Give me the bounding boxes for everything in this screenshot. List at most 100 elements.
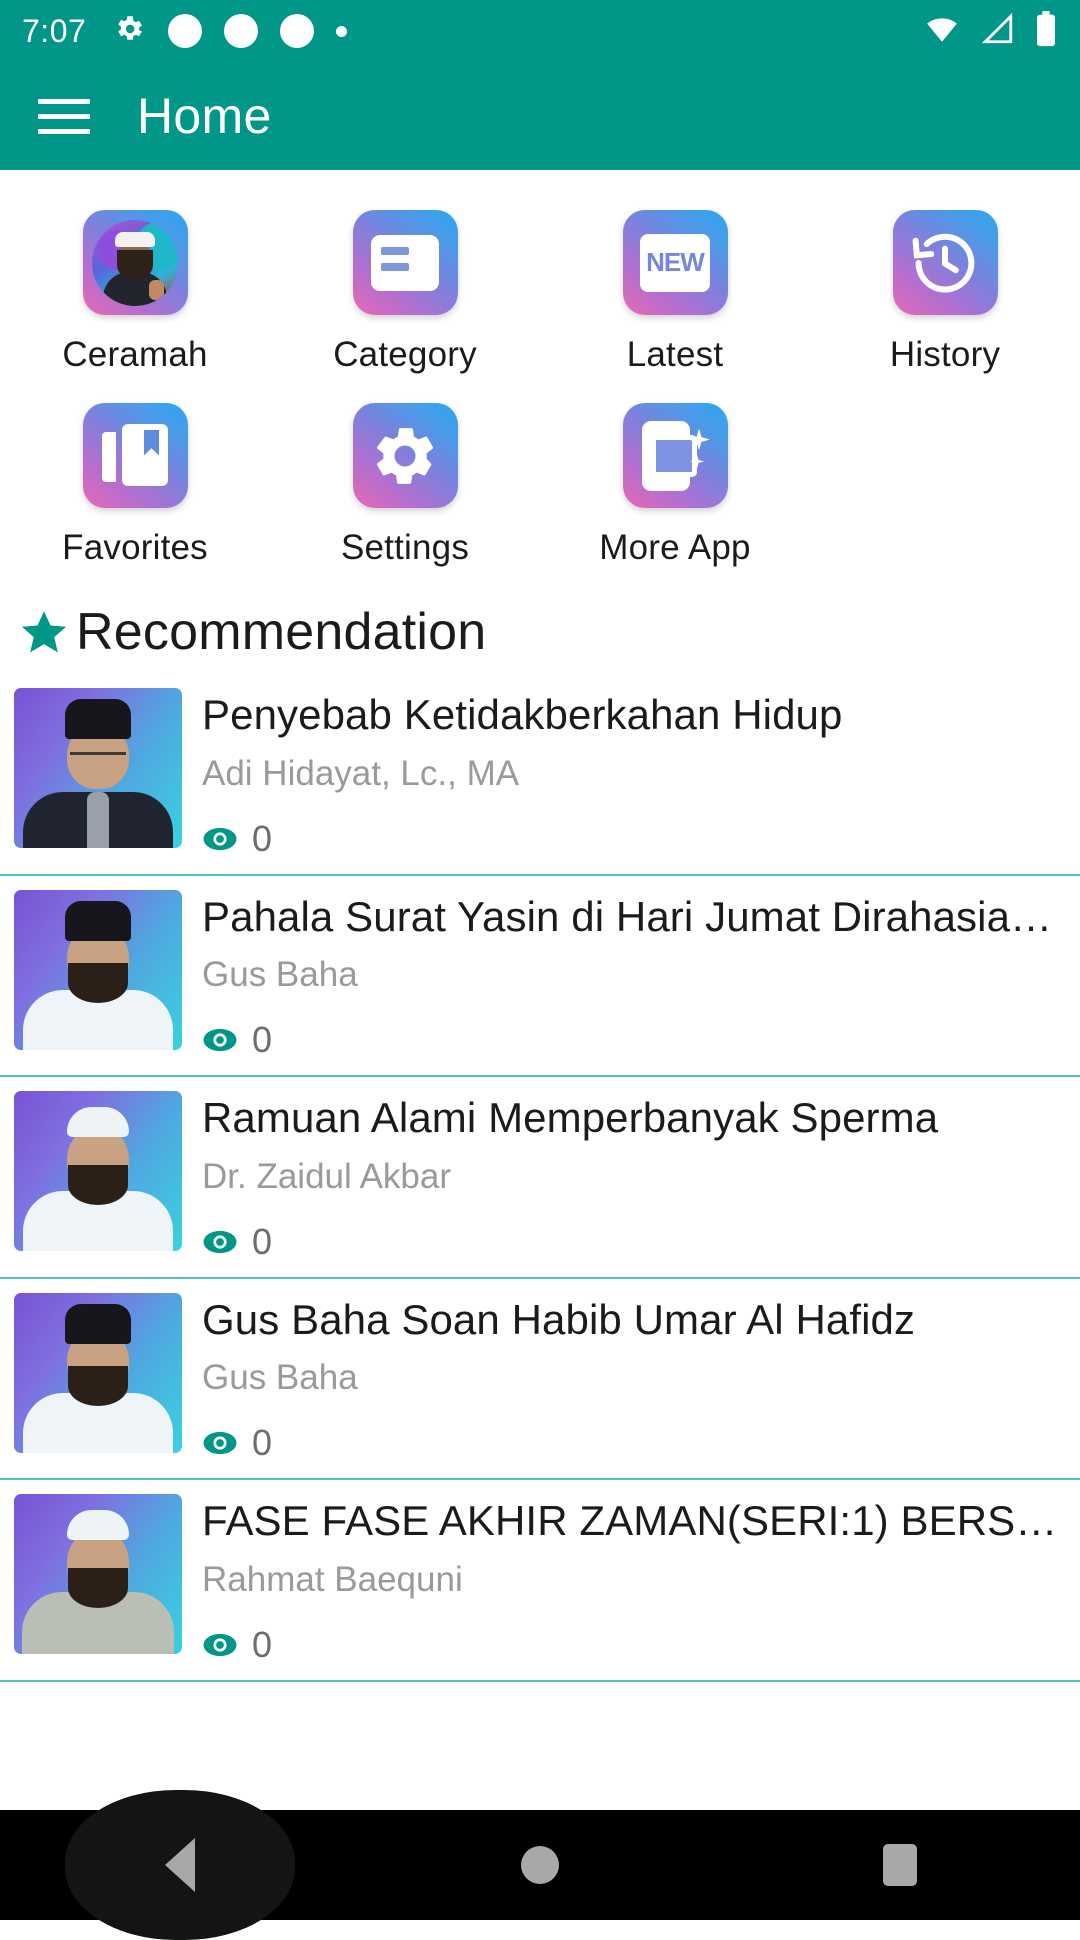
thumb-cap xyxy=(65,1303,131,1344)
grid-item-settings[interactable]: Settings xyxy=(270,385,540,578)
thumb-beard xyxy=(68,1164,128,1205)
hamburger-menu-icon[interactable] xyxy=(38,98,90,134)
list-item-meta: 0 xyxy=(202,1019,1066,1061)
speaker-avatar-icon xyxy=(82,210,188,315)
eye-icon xyxy=(203,1028,237,1052)
new-badge-icon: NEW xyxy=(622,210,728,315)
notification-dot-icon xyxy=(168,14,203,48)
list-item-meta: 0 xyxy=(202,1624,1066,1666)
thumb-glasses xyxy=(70,752,126,764)
app-bar: Home xyxy=(0,62,1080,170)
grid-item-label: Settings xyxy=(340,528,470,567)
collection-shape xyxy=(102,423,168,488)
grid-item-label: Ceramah xyxy=(62,335,208,374)
grid-item-history[interactable]: History xyxy=(810,192,1080,385)
avatar xyxy=(92,219,178,306)
recommendation-list: Penyebab Ketidakberkahan Hidup Adi Hiday… xyxy=(0,674,1080,1682)
thumb-beard xyxy=(68,963,128,1004)
list-item-text: Gus Baha Soan Habib Umar Al Hafidz Gus B… xyxy=(182,1293,1066,1465)
eye-icon xyxy=(203,1230,237,1253)
collection-back-page xyxy=(102,431,116,482)
thumbnail xyxy=(14,1091,182,1252)
grid-item-more-app[interactable]: More App xyxy=(540,385,810,578)
card-line xyxy=(381,262,409,271)
grid-item-empty xyxy=(810,385,1080,578)
view-count: 0 xyxy=(252,1019,273,1061)
list-item-title: Gus Baha Soan Habib Umar Al Hafidz xyxy=(202,1295,916,1343)
thumb-beard xyxy=(68,1366,128,1407)
category-card-icon xyxy=(352,210,458,315)
list-item[interactable]: Pahala Surat Yasin di Hari Jumat Dirahas… xyxy=(0,876,1080,1078)
thumb-cap xyxy=(67,1510,129,1541)
thumb-cap xyxy=(67,1107,129,1138)
gear-icon xyxy=(112,12,146,51)
thumb-microphone xyxy=(87,792,109,848)
list-item-title: Penyebab Ketidakberkahan Hidup xyxy=(202,691,843,738)
app-inner-square xyxy=(651,434,697,477)
list-item-speaker: Gus Baha xyxy=(202,955,358,995)
list-item-meta: 0 xyxy=(202,818,1066,860)
recents-square-icon xyxy=(883,1844,917,1886)
list-item-speaker: Rahmat Baequni xyxy=(202,1559,463,1599)
list-item-text: Pahala Surat Yasin di Hari Jumat Dirahas… xyxy=(182,890,1066,1062)
status-bar: 7:07 xyxy=(0,0,1080,62)
list-item-text: FASE FASE AKHIR ZAMAN(SERI:1) BERSAMA Ra… xyxy=(182,1494,1066,1666)
card-line xyxy=(381,246,409,255)
list-item-meta: 0 xyxy=(202,1422,1066,1464)
hamburger-line xyxy=(38,113,90,119)
more-apps-shape xyxy=(642,420,710,491)
thumbnail xyxy=(14,1494,182,1655)
list-item[interactable]: Penyebab Ketidakberkahan Hidup Adi Hiday… xyxy=(0,674,1080,876)
new-badge-text: NEW xyxy=(640,233,710,292)
grid-item-label: Latest xyxy=(626,335,724,374)
status-bar-clock: 7:07 xyxy=(22,12,87,49)
grid-item-ceramah[interactable]: Ceramah xyxy=(0,192,270,385)
grid-item-favorites[interactable]: Favorites xyxy=(0,385,270,578)
thumb-cap xyxy=(65,699,131,740)
thumb-beard xyxy=(68,1567,128,1608)
history-clock-icon xyxy=(892,210,998,315)
eye-icon xyxy=(203,1432,237,1455)
status-bar-notification-icons xyxy=(112,12,348,51)
status-bar-system-icons xyxy=(922,10,1058,52)
notification-dot-icon xyxy=(280,14,315,48)
section-title: Recommendation xyxy=(76,603,487,661)
avatar-cap xyxy=(115,231,155,247)
list-item[interactable]: FASE FASE AKHIR ZAMAN(SERI:1) BERSAMA Ra… xyxy=(0,1480,1080,1682)
list-item[interactable]: Gus Baha Soan Habib Umar Al Hafidz Gus B… xyxy=(0,1279,1080,1481)
star-icon xyxy=(21,611,67,653)
notification-dot-icon xyxy=(224,14,259,48)
list-item-title: Ramuan Alami Memperbanyak Sperma xyxy=(202,1094,939,1142)
grid-item-label: Category xyxy=(333,335,477,374)
grid-item-category[interactable]: Category xyxy=(270,192,540,385)
hamburger-line xyxy=(38,128,90,134)
grid-item-label: History xyxy=(889,335,1001,374)
view-count: 0 xyxy=(252,1220,273,1262)
wifi-icon xyxy=(922,12,962,51)
back-button[interactable] xyxy=(0,1810,360,1920)
list-item-speaker: Gus Baha xyxy=(202,1358,358,1398)
home-button[interactable] xyxy=(360,1810,720,1920)
eye-icon xyxy=(203,1633,237,1656)
gear-icon xyxy=(352,403,458,508)
cellular-signal-icon xyxy=(979,12,1017,51)
thumb-cap xyxy=(65,900,131,941)
bookmark-collection-icon xyxy=(82,403,188,508)
grid-item-label: Favorites xyxy=(62,528,208,567)
back-triangle-icon xyxy=(165,1838,195,1892)
avatar-thumb-up xyxy=(149,279,164,300)
recommendation-header: Recommendation xyxy=(0,584,1080,674)
list-item-text: Penyebab Ketidakberkahan Hidup Adi Hiday… xyxy=(182,688,1066,860)
list-item-speaker: Adi Hidayat, Lc., MA xyxy=(202,753,520,793)
list-item[interactable]: Ramuan Alami Memperbanyak Sperma Dr. Zai… xyxy=(0,1077,1080,1279)
recents-button[interactable] xyxy=(720,1810,1080,1920)
avatar-beard xyxy=(117,250,153,281)
list-item-text: Ramuan Alami Memperbanyak Sperma Dr. Zai… xyxy=(182,1091,1066,1263)
view-count: 0 xyxy=(252,1623,273,1665)
hamburger-line xyxy=(38,98,90,104)
thumbnail xyxy=(14,889,182,1050)
grid-item-latest[interactable]: NEW Latest xyxy=(540,192,810,385)
list-item-title: FASE FASE AKHIR ZAMAN(SERI:1) BERSAMA xyxy=(202,1497,1066,1545)
more-apps-sparkle-icon xyxy=(622,403,728,508)
thumbnail xyxy=(14,688,182,848)
